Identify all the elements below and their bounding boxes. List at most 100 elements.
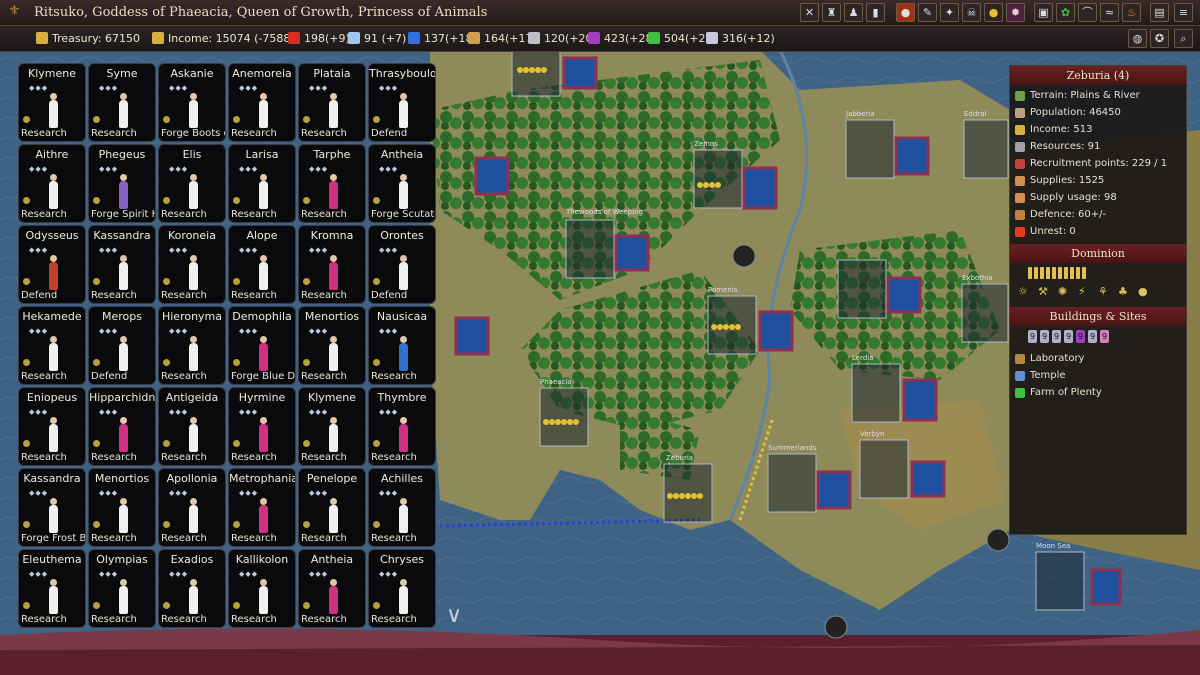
commander-card[interactable]: Antheia ◆◆◆ Research <box>298 549 366 628</box>
quill-icon[interactable]: ✎ <box>918 3 937 22</box>
fire-gem-icon <box>288 32 300 44</box>
end-turn-icon[interactable]: ✪ <box>1150 29 1169 48</box>
commander-card[interactable]: Olympias ◆◆◆ Research <box>88 549 156 628</box>
commander-card[interactable]: Tarphe ◆◆◆ Research <box>298 144 366 223</box>
buildings-list: Laboratory Temple Farm of Plenty <box>1010 350 1186 401</box>
commander-card[interactable]: Hekamede ◆◆◆ Research <box>18 306 86 385</box>
gold-coin-icon <box>373 278 380 285</box>
commander-card[interactable]: Menortios ◆◆◆ Research <box>298 306 366 385</box>
magic-site-gem[interactable]: 9 <box>1064 330 1073 343</box>
army-icon[interactable]: ♜ <box>822 3 841 22</box>
commander-name: Orontes <box>380 229 424 242</box>
commander-card[interactable]: Kallikolon ◆◆◆ Research <box>228 549 296 628</box>
magic-site-gem[interactable]: 9 <box>1100 330 1109 343</box>
commander-card[interactable]: Apollonia ◆◆◆ Research <box>158 468 226 547</box>
zoom-icon[interactable]: ⌕ <box>1174 29 1193 48</box>
commander-orders: Research <box>301 614 347 625</box>
commander-card[interactable]: Achilles ◆◆◆ Research <box>368 468 436 547</box>
commander-card[interactable]: Thrasyboulos ◆◆◆ Defend <box>368 63 436 142</box>
dominion-scale-icon: ⚒ <box>1038 285 1048 298</box>
commander-orders: Defend <box>371 128 408 139</box>
commander-name: Merops <box>102 310 142 323</box>
treasury: Treasury: 67150 <box>36 32 140 45</box>
magic-site-gem[interactable]: 9 <box>1028 330 1037 343</box>
stat-icon <box>1015 108 1025 118</box>
nature-gem-icon <box>648 32 660 44</box>
skull-icon[interactable]: ☠ <box>962 3 981 22</box>
research-icon[interactable]: ✦ <box>940 3 959 22</box>
commander-card[interactable]: Exadios ◆◆◆ Research <box>158 549 226 628</box>
commander-card[interactable]: Plataia ◆◆◆ Research <box>298 63 366 142</box>
nature-icon[interactable]: ✿ <box>1056 3 1075 22</box>
commander-card[interactable]: Metrophania ◆◆◆ Research <box>228 468 296 547</box>
magic-site-gem[interactable]: 9 <box>1088 330 1097 343</box>
death-gems: 423(+28) <box>588 32 657 45</box>
commander-card[interactable]: Alope ◆◆◆ Research <box>228 225 296 304</box>
commander-name: Elis <box>182 148 202 161</box>
commander-card[interactable]: Kassandra ◆◆◆ Forge Frost Br <box>18 468 86 547</box>
candle-icon[interactable]: ♨ <box>1122 3 1141 22</box>
commander-card[interactable]: Elis ◆◆◆ Research <box>158 144 226 223</box>
building-row[interactable]: Laboratory <box>1010 350 1186 367</box>
units-icon[interactable]: ♟ <box>844 3 863 22</box>
dominion-candle-icon <box>1028 267 1032 279</box>
hill-icon[interactable]: ⌒ <box>1078 3 1097 22</box>
commander-card[interactable]: Antigeida ◆◆◆ Research <box>158 387 226 466</box>
commander-card[interactable]: Aithre ◆◆◆ Research <box>18 144 86 223</box>
commander-card[interactable]: Merops ◆◆◆ Defend <box>88 306 156 385</box>
treasure-icon[interactable]: ▣ <box>1034 3 1053 22</box>
commander-card[interactable]: Koroneia ◆◆◆ Research <box>158 225 226 304</box>
dark-magic-icon[interactable]: ✹ <box>1006 3 1025 22</box>
commander-orders: Forge Scutata <box>371 209 435 220</box>
commander-card[interactable]: Anemoreia ◆◆◆ Research <box>228 63 296 142</box>
commander-card[interactable]: Askanie ◆◆◆ Forge Boots of <box>158 63 226 142</box>
commander-card[interactable]: Antheia ◆◆◆ Forge Scutata <box>368 144 436 223</box>
commander-card[interactable]: Thymbre ◆◆◆ Research <box>368 387 436 466</box>
dominion-scale-icon: ☼ <box>1018 285 1028 298</box>
commander-card[interactable]: Chryses ◆◆◆ Research <box>368 549 436 628</box>
commander-card[interactable]: Odysseus ◆◆◆ Defend <box>18 225 86 304</box>
swords-icon[interactable]: ✕ <box>800 3 819 22</box>
globe-icon[interactable]: ◍ <box>1128 29 1147 48</box>
water-gems: 137(+18) <box>408 32 477 45</box>
province-stats: Terrain: Plains & River Population: 46450… <box>1010 85 1186 240</box>
commander-orders: Defend <box>371 290 408 301</box>
magic-site-gem[interactable]: 9 <box>1076 330 1085 343</box>
chevron-down-icon[interactable]: ∨ <box>446 603 462 628</box>
commander-card[interactable]: Hieronyma ◆◆◆ Research <box>158 306 226 385</box>
commander-card[interactable]: Penelope ◆◆◆ Research <box>298 468 366 547</box>
commander-card[interactable]: Demophila ◆◆◆ Forge Blue Dr <box>228 306 296 385</box>
commander-card[interactable]: Hyrmine ◆◆◆ Research <box>228 387 296 466</box>
magic-site-gem[interactable]: 9 <box>1040 330 1049 343</box>
commander-card[interactable]: Orontes ◆◆◆ Defend <box>368 225 436 304</box>
building-row[interactable]: Temple <box>1010 367 1186 384</box>
commander-name: Hekamede <box>22 310 82 323</box>
commander-card[interactable]: Kassandra ◆◆◆ Research <box>88 225 156 304</box>
magic-paths-icon: ◆◆◆ <box>379 570 399 578</box>
commander-card[interactable]: Phegeus ◆◆◆ Forge Spirit H <box>88 144 156 223</box>
wave-icon[interactable]: ≈ <box>1100 3 1119 22</box>
commander-card[interactable]: Klymene ◆◆◆ Research <box>18 63 86 142</box>
dominion-header: Dominion <box>1010 244 1186 263</box>
magic-site-gem[interactable]: 9 <box>1052 330 1061 343</box>
commander-card[interactable]: Hipparchidna ◆◆◆ Research <box>88 387 156 466</box>
commander-card[interactable]: Eniopeus ◆◆◆ Research <box>18 387 86 466</box>
gold-coin-icon[interactable]: ● <box>984 3 1003 22</box>
fire-magic-icon[interactable]: ● <box>896 3 915 22</box>
commander-card[interactable]: Eleuthema ◆◆◆ Research <box>18 549 86 628</box>
gold-coin-icon <box>93 197 100 204</box>
commander-orders: Research <box>301 128 347 139</box>
tombstone-icon[interactable]: ▮ <box>866 3 885 22</box>
commander-card[interactable]: Larisa ◆◆◆ Research <box>228 144 296 223</box>
menu-icon[interactable]: ≡ <box>1174 3 1193 22</box>
gold-coin-icon <box>373 440 380 447</box>
gold-coin-icon <box>93 278 100 285</box>
building-row[interactable]: Farm of Plenty <box>1010 384 1186 401</box>
save-icon[interactable]: ▤ <box>1150 3 1169 22</box>
commander-card[interactable]: Nausicaa ◆◆◆ Research <box>368 306 436 385</box>
commander-card[interactable]: Kromna ◆◆◆ Research <box>298 225 366 304</box>
commander-card[interactable]: Syme ◆◆◆ Research <box>88 63 156 142</box>
commander-card[interactable]: Menortios ◆◆◆ Research <box>88 468 156 547</box>
commander-card[interactable]: Klymene ◆◆◆ Research <box>298 387 366 466</box>
commander-portrait <box>399 255 408 290</box>
